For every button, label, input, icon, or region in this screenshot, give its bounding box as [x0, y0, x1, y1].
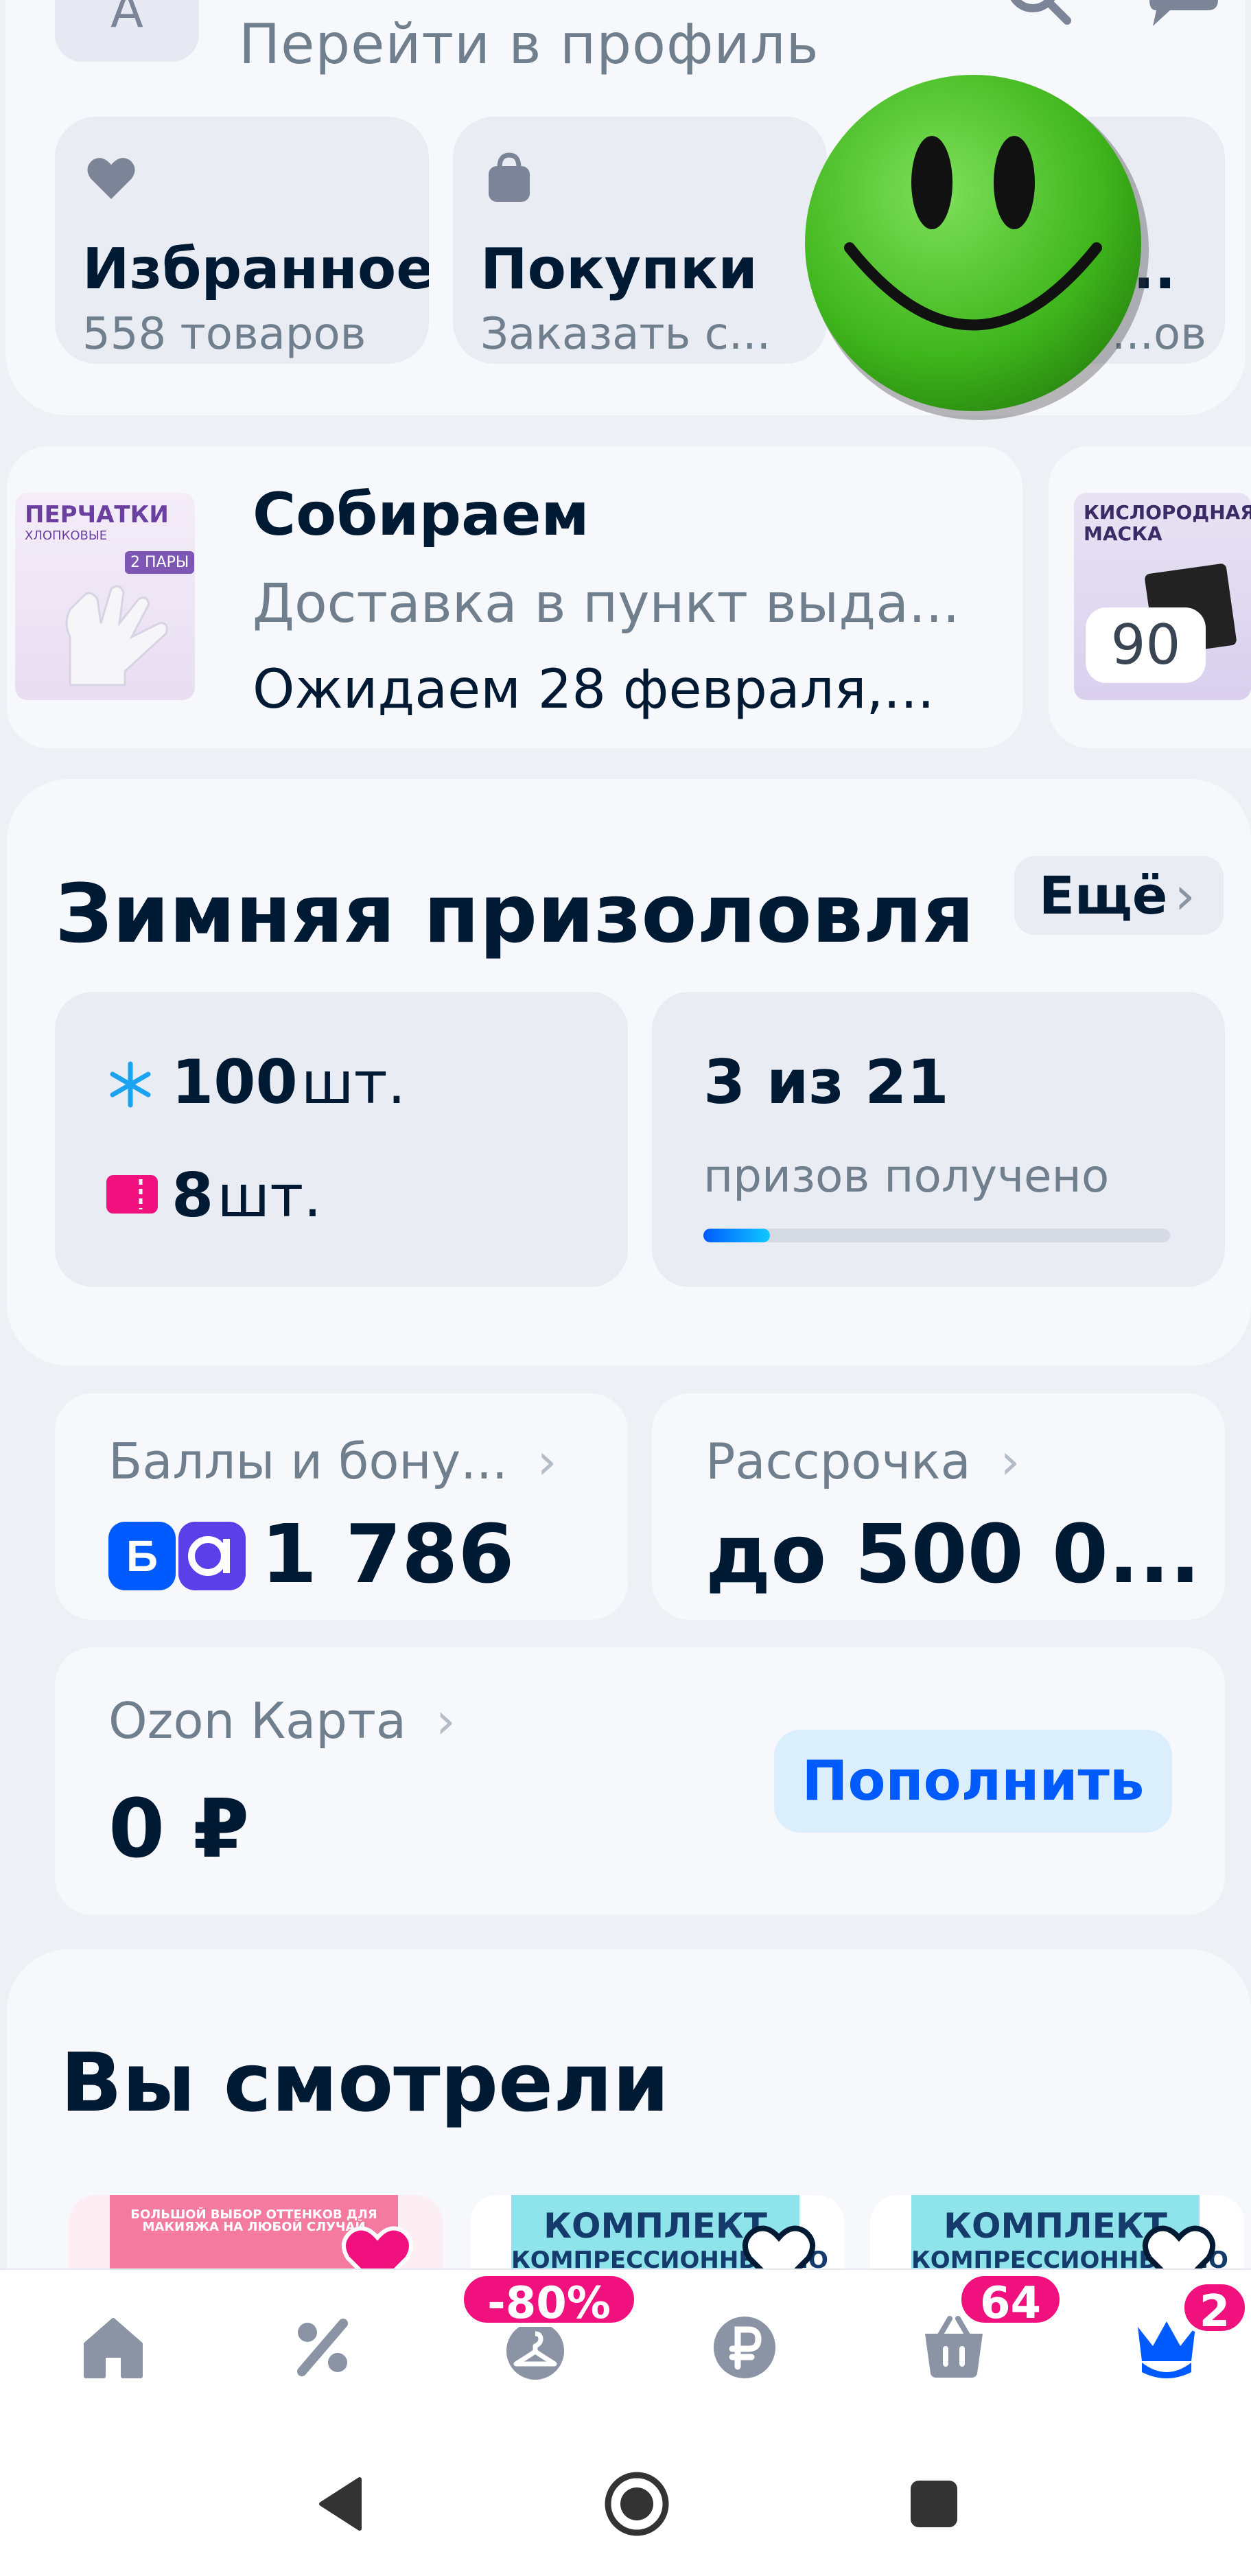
more-button[interactable]: Ещё ›: [1014, 856, 1224, 935]
avatar[interactable]: А: [55, 0, 199, 62]
chevron-right-icon: ›: [1000, 1432, 1020, 1490]
thumb-badge: 2 ПАРЫ: [125, 551, 195, 574]
card-balance: 0 ₽: [108, 1781, 250, 1876]
order-thumbnail: ПЕРЧАТКИ ХЛОПКОВЫЕ 2 ПАРЫ: [15, 493, 195, 700]
prize-progress-bar: [703, 1229, 1170, 1242]
ticket-icon: [106, 1175, 158, 1214]
installment-card[interactable]: Рассрочка › до 500 0...: [652, 1393, 1225, 1620]
recents-icon[interactable]: [909, 2479, 959, 2529]
percent-icon[interactable]: [288, 2313, 357, 2382]
viewed-title: Вы смотрели: [60, 2035, 670, 2130]
chevron-right-icon: ›: [1174, 865, 1195, 926]
prize-progress-text: 3 из 21: [703, 1047, 949, 1117]
snowflake-icon: [110, 1061, 151, 1108]
chevron-right-icon: ›: [435, 1692, 456, 1750]
prize-resources-box[interactable]: 100 шт. 8 шт.: [55, 992, 628, 1287]
tickets-unit: шт.: [217, 1163, 322, 1230]
snowflakes-unit: шт.: [301, 1049, 406, 1117]
installment-value: до 500 0...: [705, 1507, 1201, 1601]
tile-title: Покупки: [480, 237, 758, 302]
chevron-right-icon: ›: [537, 1432, 557, 1490]
home-circle-icon[interactable]: [604, 2471, 670, 2537]
profile-link[interactable]: Перейти в профиль: [239, 12, 819, 76]
prize-progress-fill: [703, 1229, 771, 1242]
tile-title: Избранное: [82, 237, 429, 302]
installment-label: Рассрочка: [705, 1432, 971, 1490]
thumb2-label: КИСЛОРОДНАЯ МАСКА: [1084, 501, 1251, 545]
home-icon[interactable]: [79, 2313, 148, 2382]
chat-icon[interactable]: [1146, 0, 1221, 27]
order-status-title: Собираем: [253, 480, 589, 549]
bag-icon: [489, 152, 530, 202]
order-eta: Ожидаем 28 февраля,...: [253, 659, 935, 721]
items-count-badge: 90: [1086, 607, 1206, 683]
thumb-sublabel: ХЛОПКОВЫЕ: [25, 529, 108, 543]
tile-subtitle: Заказать с...: [480, 309, 771, 360]
back-icon[interactable]: [317, 2476, 365, 2531]
prize-progress-caption: призов получено: [703, 1150, 1110, 1203]
snowflakes-count: 100: [172, 1047, 298, 1117]
profile-badge: 2: [1180, 2280, 1249, 2337]
prize-title: Зимняя призоловля: [55, 866, 974, 961]
prize-progress-box[interactable]: 3 из 21 призов получено: [652, 992, 1225, 1287]
smiley-sticker: [805, 75, 1149, 420]
purchases-tile[interactable]: Покупки Заказать с...: [453, 117, 827, 364]
points-label: Баллы и бону...: [108, 1432, 508, 1490]
search-icon[interactable]: [1002, 0, 1077, 27]
tile-subtitle: 558 товаров: [82, 309, 366, 360]
favorites-tile[interactable]: Избранное 558 товаров: [55, 117, 429, 364]
glove-icon: [65, 585, 168, 686]
order-delivery: Доставка в пункт выда...: [253, 573, 960, 635]
sale-badge: -80%: [460, 2272, 638, 2329]
tickets-count: 8: [172, 1160, 214, 1231]
heart-icon: [87, 158, 135, 199]
card-label: Ozon Карта: [108, 1692, 407, 1750]
thumb-label: ПЕРЧАТКИ: [25, 501, 169, 529]
svg-text:Б: Б: [126, 1531, 158, 1581]
points-value: 1 786: [261, 1507, 515, 1601]
cart-badge: 64: [957, 2272, 1064, 2329]
topup-button[interactable]: Пополнить: [774, 1730, 1172, 1833]
points-card[interactable]: Баллы и бону... › Б 1 786: [55, 1393, 628, 1620]
more-label: Ещё: [1039, 865, 1168, 926]
ruble-icon[interactable]: [710, 2313, 779, 2382]
bonus-icon: Б: [108, 1522, 246, 1590]
